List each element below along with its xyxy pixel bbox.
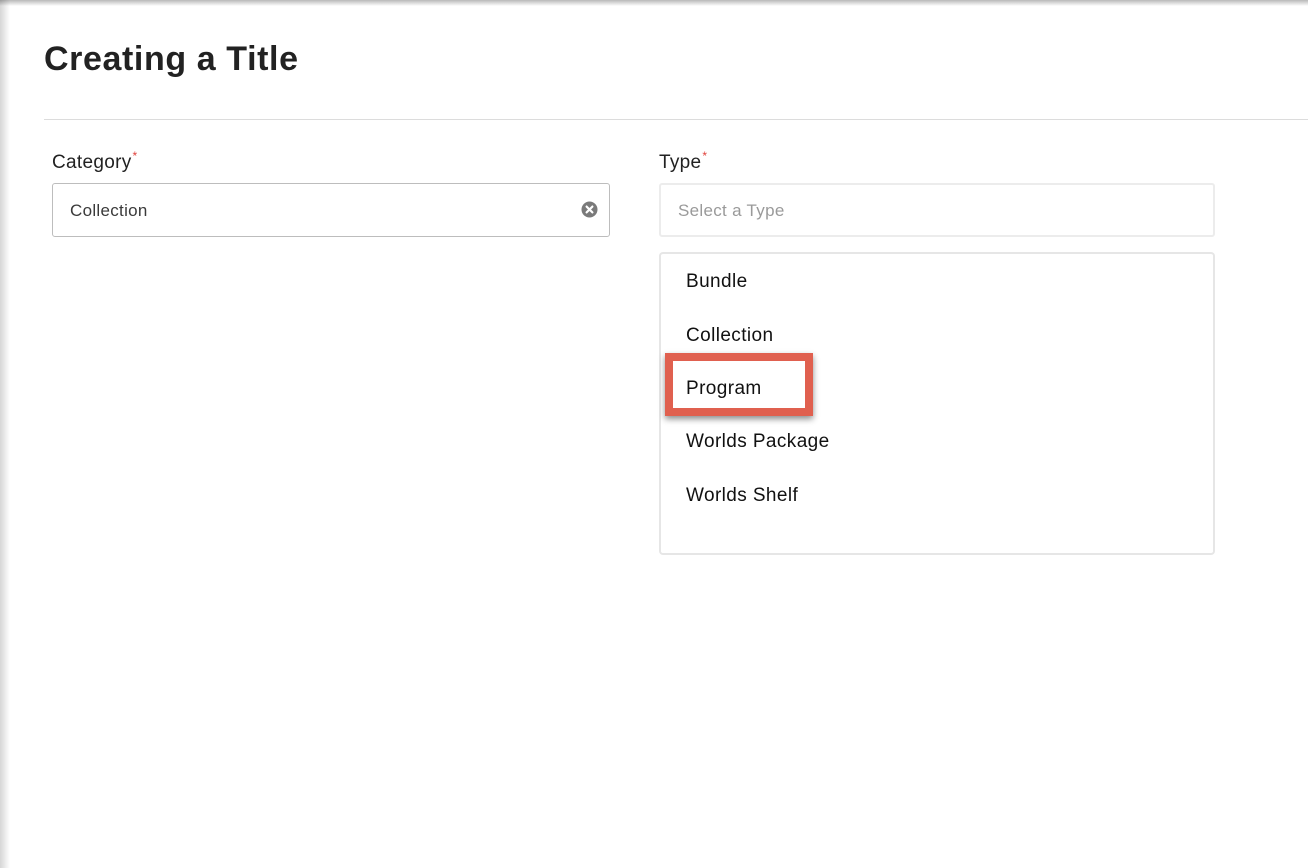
left-edge-shadow xyxy=(0,0,10,868)
clear-circle-icon[interactable] xyxy=(581,201,598,218)
type-label-text: Type xyxy=(659,152,702,173)
header-divider xyxy=(44,119,1308,120)
type-option-collection[interactable]: Collection xyxy=(686,325,773,347)
type-option-program[interactable]: Program xyxy=(686,378,762,400)
category-label: Category* xyxy=(52,149,138,174)
type-option-worlds-shelf[interactable]: Worlds Shelf xyxy=(686,485,798,507)
category-select[interactable]: Collection xyxy=(52,183,610,237)
type-label: Type* xyxy=(659,149,708,174)
category-label-text: Category xyxy=(52,152,132,173)
category-selected-value: Collection xyxy=(70,201,148,220)
type-option-worlds-package[interactable]: Worlds Package xyxy=(686,431,830,453)
type-option-bundle[interactable]: Bundle xyxy=(686,271,748,293)
type-select-placeholder: Select a Type xyxy=(678,201,785,220)
category-required-mark: * xyxy=(132,149,138,163)
top-edge-shadow xyxy=(0,0,1308,6)
type-required-mark: * xyxy=(702,149,708,163)
type-dropdown-menu: Bundle Collection Program Worlds Package… xyxy=(659,252,1215,555)
page-title: Creating a Title xyxy=(44,40,299,78)
type-select[interactable]: Select a Type xyxy=(659,183,1215,237)
